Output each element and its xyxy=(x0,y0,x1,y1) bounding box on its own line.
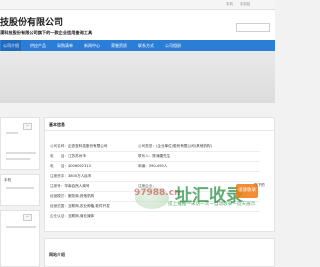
sidebar-line xyxy=(6,152,36,154)
nav-item-products[interactable]: 供应产品 xyxy=(28,40,48,51)
info-value: 互联网,农业种植,软件开发 xyxy=(67,204,110,208)
info-registration-no: 注册号：华南自然人商号 xyxy=(50,184,90,189)
sidebar-line xyxy=(6,158,30,160)
nav-item-honors[interactable]: 荣誉资质 xyxy=(109,40,129,51)
sidebar-text[interactable]: 手机 xyxy=(4,178,11,183)
sidebar-card-middle: 手机 xyxy=(0,174,40,206)
info-label: 电 话： xyxy=(50,154,68,158)
info-label: 邮编： xyxy=(138,164,149,168)
company-tagline: 溧科技股份有限公司旗下的一款企业信用查询工具 xyxy=(0,30,93,35)
sidebar-card-top: 一 xyxy=(0,117,40,170)
info-value: 江苏苏州市 xyxy=(67,154,86,158)
info-label: 电 话： xyxy=(50,164,68,168)
section-title-website-intro: 网站介绍 xyxy=(49,252,65,257)
info-company-name: 公司名称：企查查科技股份有限公司 xyxy=(50,144,108,149)
info-label: 注册资本： xyxy=(50,174,68,178)
info-registered-capital: 注册资本：3800万人民币 xyxy=(50,174,92,179)
nav-item-album[interactable]: 公司相册 xyxy=(163,40,183,51)
sidebar-line xyxy=(6,226,36,228)
topbar-link-mobile[interactable]: 手机 xyxy=(226,0,233,9)
row-rule xyxy=(50,171,260,172)
info-value: 4006092313 xyxy=(67,164,91,168)
sidebar-button[interactable]: 一 xyxy=(23,123,33,130)
info-value: 互联网,商业媒体 xyxy=(67,214,95,218)
info-label: 联系人： xyxy=(138,154,153,158)
row-rule xyxy=(50,151,260,152)
sidebar-button[interactable]: 一 xyxy=(23,214,33,221)
watermark-badge: 极速收录 xyxy=(236,184,258,198)
nav-item-purchases[interactable]: 采购清单 xyxy=(55,40,75,51)
info-label: 公司类型： xyxy=(138,144,156,148)
info-value: 3800万人民币 xyxy=(67,174,92,178)
top-utility-bar: 手机 手机站 xyxy=(0,0,275,10)
section-title-basic-info: 基本信息 xyxy=(49,122,65,127)
info-certification: 企业认证：互联网,商业媒体 xyxy=(50,214,94,219)
info-contact-person: 联系人：陈涛唐先生 xyxy=(138,154,170,159)
row-rule xyxy=(50,161,260,162)
website-intro-panel: 网站介绍 xyxy=(44,238,275,267)
info-value: 服务商,其他机构 xyxy=(67,194,95,198)
row-rule xyxy=(50,211,260,212)
nav-item-news[interactable]: 新闻中心 xyxy=(82,40,102,51)
info-location: 电 话：江苏苏州市 xyxy=(50,154,86,159)
info-business-scope: 经营范围：互联网,农业种植,软件开发 xyxy=(50,204,110,209)
header-search-box[interactable] xyxy=(236,23,270,32)
section-divider xyxy=(45,130,274,131)
info-value: 390-495人 xyxy=(148,164,168,168)
info-label: 公司名称： xyxy=(50,144,68,148)
sidebar-card-bottom: 一 xyxy=(0,210,40,267)
info-company-type: 公司类型：(企业单位)股份有限公司(其他机构) xyxy=(138,144,212,149)
info-value: 华南自然人商号 xyxy=(64,184,90,188)
nav-item-company-intro[interactable]: 公司介绍 xyxy=(1,40,21,51)
basic-info-panel: 基本信息 公司名称：企查查科技股份有限公司 公司类型：(企业单位)股份有限公司(… xyxy=(44,117,275,232)
info-value: 陈涛唐先生 xyxy=(152,154,171,158)
info-phone: 电 话：4006092313 xyxy=(50,164,91,169)
nav-item-contact[interactable]: 联系方式 xyxy=(136,40,156,51)
info-label: 企业认证： xyxy=(50,214,68,218)
site-header: 技股份有限公司 溧科技股份有限公司旗下的一款企业信用查询工具 xyxy=(0,10,275,40)
info-label: 注册号： xyxy=(50,184,65,188)
info-label: 经营范围： xyxy=(50,204,68,208)
sidebar-line xyxy=(6,132,18,134)
watermark-number: 97988.cn xyxy=(134,188,181,198)
topbar-link-mobile-site[interactable]: 手机站 xyxy=(240,0,250,9)
watermark-slogan: 提上推推一未访一次一自动收录一造天展示 xyxy=(168,202,256,207)
sidebar-line xyxy=(6,187,34,189)
info-employees: 邮编：390-495人 xyxy=(138,164,167,169)
info-value: 企查查科技股份有限公司 xyxy=(67,144,108,148)
main-nav: 公司介绍 供应产品 采购清单 新闻中心 荣誉资质 联系方式 公司相册 xyxy=(0,40,275,51)
info-value: (企业单位)股份有限公司(其他机构) xyxy=(155,144,212,148)
info-label: 经营模式： xyxy=(50,194,68,198)
company-name[interactable]: 技股份有限公司 xyxy=(0,15,63,28)
info-business-model: 经营模式：服务商,其他机构 xyxy=(50,194,94,199)
page-banner xyxy=(0,51,275,103)
